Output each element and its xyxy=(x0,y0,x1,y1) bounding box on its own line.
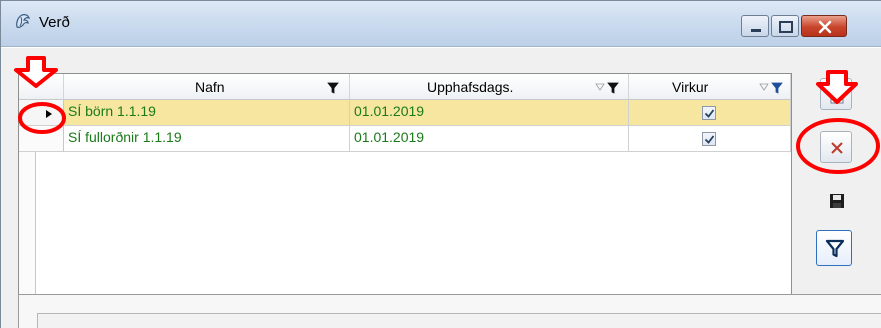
save-icon xyxy=(830,194,844,208)
cell-nafn[interactable]: SÍ börn 1.1.19 xyxy=(64,100,350,126)
column-header-virkur[interactable]: Virkur xyxy=(629,74,791,100)
virkur-checkbox[interactable] xyxy=(702,132,716,146)
row-indicator-column xyxy=(19,152,36,299)
checkmark-icon xyxy=(704,135,715,144)
column-header-label: Upphafsdags. xyxy=(427,79,514,95)
delete-button[interactable] xyxy=(820,131,852,163)
checkmark-icon xyxy=(704,109,715,118)
minimize-icon xyxy=(751,29,761,32)
row-indicator[interactable] xyxy=(19,100,64,126)
close-icon xyxy=(818,20,832,34)
detail-panel-inner xyxy=(37,313,881,328)
row-indicator[interactable] xyxy=(19,126,64,152)
close-button[interactable] xyxy=(801,15,847,37)
new-record-button[interactable] xyxy=(820,78,852,110)
cell-virkur[interactable] xyxy=(629,100,791,126)
app-icon xyxy=(16,14,31,28)
filter-icon xyxy=(825,239,845,258)
sort-indicator-icon xyxy=(595,83,605,91)
filter-icon[interactable] xyxy=(771,82,783,94)
filter-icon[interactable] xyxy=(327,82,339,94)
cell-nafn[interactable]: SÍ fullorðnir 1.1.19 xyxy=(64,126,350,152)
table-row[interactable]: SÍ fullorðnir 1.1.19 01.01.2019 xyxy=(19,126,791,152)
sort-indicator-icon xyxy=(759,83,769,91)
window-title: Verð xyxy=(39,14,70,31)
title-bar[interactable]: Verð xyxy=(1,1,881,47)
table-row[interactable]: SÍ börn 1.1.19 01.01.2019 xyxy=(19,100,791,126)
detail-panel xyxy=(18,294,881,328)
delete-icon xyxy=(831,142,843,154)
cell-virkur[interactable] xyxy=(629,126,791,152)
window-body: Nafn Upphafsdags. Virkur SÍ börn 1.1.19 … xyxy=(1,48,881,328)
column-header-label: Virkur xyxy=(672,79,709,95)
maximize-button[interactable] xyxy=(771,15,799,37)
filter-button[interactable] xyxy=(816,230,852,266)
column-header-upphafsdags[interactable]: Upphafsdags. xyxy=(350,74,629,100)
row-indicator-header xyxy=(19,74,64,100)
cell-upphafsdags[interactable]: 01.01.2019 xyxy=(350,100,629,126)
maximize-icon xyxy=(779,21,793,33)
current-row-arrow-icon xyxy=(46,110,52,118)
save-button[interactable] xyxy=(820,184,852,216)
data-grid: Nafn Upphafsdags. Virkur SÍ börn 1.1.19 … xyxy=(18,73,792,300)
filter-icon[interactable] xyxy=(607,82,619,94)
minimize-button[interactable] xyxy=(741,15,769,37)
column-header-label: Nafn xyxy=(195,79,225,95)
virkur-checkbox[interactable] xyxy=(702,106,716,120)
cell-upphafsdags[interactable]: 01.01.2019 xyxy=(350,126,629,152)
new-record-icon xyxy=(830,86,844,104)
app-window: Verð Nafn Upphafsdags. Virkur SÍ börn 1.… xyxy=(0,0,881,328)
column-header-nafn[interactable]: Nafn xyxy=(64,74,350,100)
